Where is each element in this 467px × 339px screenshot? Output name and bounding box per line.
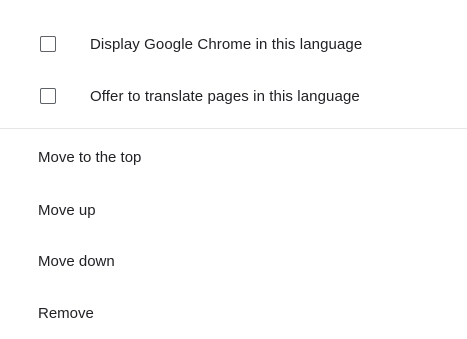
offer-translate-option[interactable]: Offer to translate pages in this languag… [0, 76, 467, 116]
language-options-menu: Display Google Chrome in this language O… [0, 0, 467, 339]
move-to-top-label: Move to the top [38, 148, 142, 166]
move-up-label: Move up [38, 201, 96, 219]
remove-label: Remove [38, 304, 94, 322]
remove-menu-item[interactable]: Remove [0, 293, 467, 333]
move-to-top-menu-item[interactable]: Move to the top [0, 137, 467, 177]
display-chrome-label: Display Google Chrome in this language [90, 35, 363, 53]
display-chrome-in-language-option[interactable]: Display Google Chrome in this language [0, 24, 467, 64]
move-down-label: Move down [38, 252, 115, 270]
offer-translate-label: Offer to translate pages in this languag… [90, 87, 360, 105]
move-down-menu-item[interactable]: Move down [0, 241, 467, 281]
move-up-menu-item[interactable]: Move up [0, 190, 467, 230]
display-chrome-checkbox[interactable] [40, 36, 56, 52]
menu-divider [0, 128, 467, 129]
offer-translate-checkbox[interactable] [40, 88, 56, 104]
